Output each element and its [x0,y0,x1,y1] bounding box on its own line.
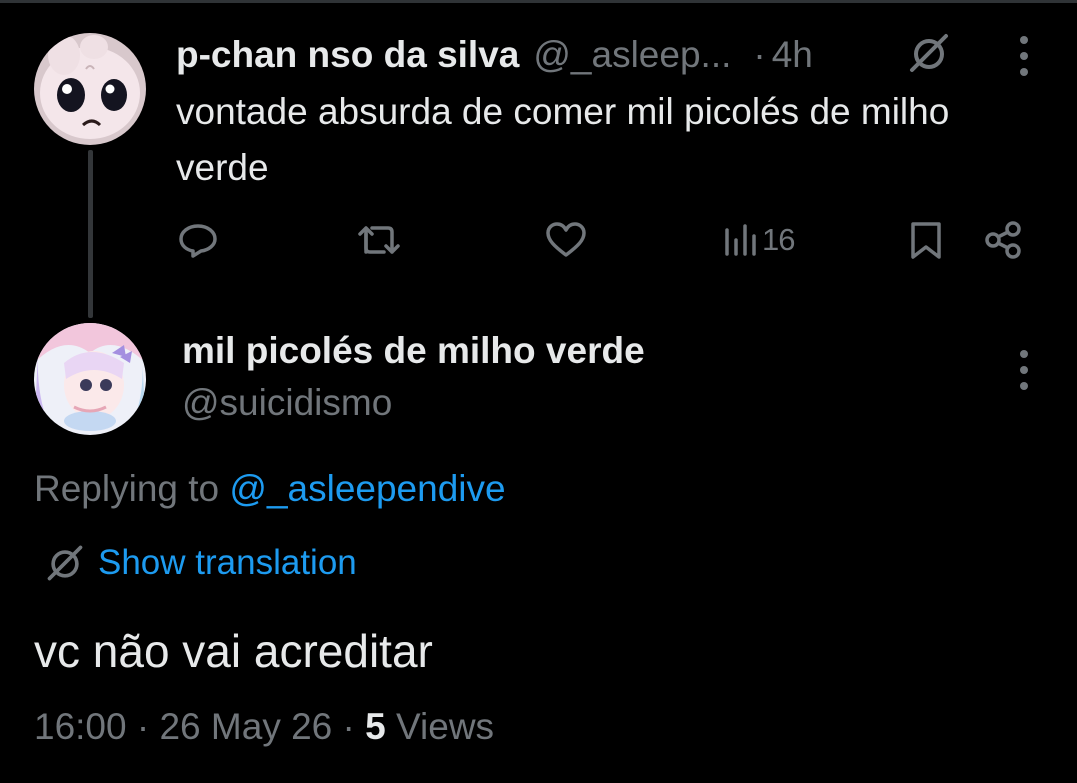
display-name[interactable]: mil picolés de milho verde [182,330,645,372]
replying-to: Replying to @_asleependive [34,468,506,510]
mention-link[interactable]: @_asleependive [229,468,505,509]
like-button[interactable] [544,216,588,264]
avatar[interactable] [34,33,146,145]
grok-icon[interactable] [906,30,952,76]
show-translation-label: Show translation [98,543,357,582]
top-divider [0,0,1077,3]
bookmark-button[interactable] [906,216,946,264]
user-handle[interactable]: @_asleep... [533,34,731,76]
tweet-text: vc não vai acreditar [34,625,433,677]
views-count: 16 [762,222,795,257]
user-handle[interactable]: @suicidismo [182,382,392,424]
more-options-icon[interactable] [1014,36,1034,76]
parent-tweet-header: p-chan nso da silva @_asleep... · 4h [176,32,813,78]
heart-icon [546,222,586,257]
retweet-icon [358,226,400,254]
grok-icon [47,545,83,581]
reply-button[interactable] [176,216,220,264]
tweet-date[interactable]: 26 May 26 [159,706,332,747]
views-label: Views [396,706,495,747]
retweet-button[interactable] [358,216,406,264]
separator-dot: · [136,706,150,747]
share-icon [985,221,1021,259]
avatar[interactable] [34,323,146,435]
thread-connector [88,150,93,318]
views-count[interactable]: 5 [365,706,386,747]
views-icon [725,224,756,256]
tweet-text: vontade absurda de comer mil picolés de … [176,91,950,188]
bookmark-icon [911,222,941,259]
reply-icon [179,224,217,258]
tweet-time[interactable]: 4h [772,34,813,76]
share-button[interactable] [982,216,1026,264]
replying-prefix: Replying to [34,468,230,509]
separator-dot: · [753,34,766,75]
views-button[interactable]: 16 [722,216,795,264]
more-options-icon[interactable] [1014,350,1034,390]
tweet-time[interactable]: 16:00 [34,706,127,747]
show-translation-button[interactable]: Show translation [44,538,357,588]
separator-dot: · [342,706,355,747]
display-name[interactable]: p-chan nso da silva [176,34,519,76]
tweet-metadata: 16:00 · 26 May 26 · 5 Views [34,706,494,748]
